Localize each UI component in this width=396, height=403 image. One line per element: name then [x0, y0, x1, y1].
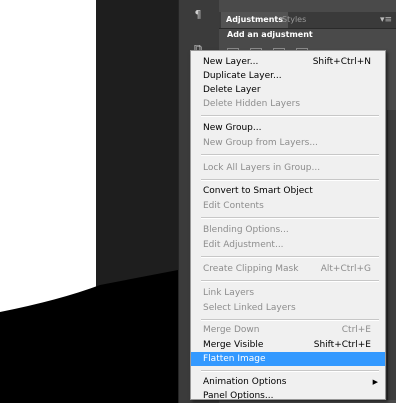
- menu-item-new-group[interactable]: New Group...: [191, 121, 385, 135]
- menu-item-edit-contents[interactable]: Edit Contents: [191, 199, 385, 213]
- menu-item-label: Create Clipping Mask: [203, 264, 299, 274]
- menu-item-label: New Layer...: [203, 57, 259, 67]
- menu-separator: [201, 115, 379, 117]
- tab-styles[interactable]: Styles: [277, 12, 311, 28]
- menu-item-label: Delete Hidden Layers: [203, 99, 301, 109]
- panel-heading: Add an adjustment: [227, 30, 313, 39]
- menu-item-flatten-image[interactable]: Flatten Image: [191, 352, 385, 366]
- layers-context-menu: New Layer... Shift+Ctrl+N Duplicate Laye…: [190, 50, 386, 400]
- menu-item-label: Convert to Smart Object: [203, 186, 313, 196]
- menu-separator: [201, 179, 379, 181]
- menu-item-label: New Group...: [203, 123, 262, 133]
- menu-item-new-group-from-layers[interactable]: New Group from Layers...: [191, 136, 385, 150]
- menu-separator: [201, 154, 379, 156]
- menu-separator: [201, 217, 379, 219]
- submenu-arrow-icon: ▶: [372, 378, 378, 386]
- menu-separator: [201, 370, 379, 372]
- menu-item-shortcut: Shift+Ctrl+N: [312, 57, 371, 67]
- menu-item-label: New Group from Layers...: [203, 138, 318, 148]
- menu-separator: [201, 319, 379, 321]
- menu-item-label: Duplicate Layer...: [203, 71, 282, 81]
- panel-scrollbar[interactable]: [387, 110, 396, 400]
- menu-item-shortcut: Ctrl+E: [341, 325, 371, 335]
- menu-item-label: Merge Down: [203, 325, 260, 335]
- menu-separator: [201, 256, 379, 258]
- menu-item-duplicate-layer[interactable]: Duplicate Layer...: [191, 69, 385, 83]
- menu-item-label: Delete Layer: [203, 85, 261, 95]
- menu-item-blending-options[interactable]: Blending Options...: [191, 223, 385, 237]
- menu-item-label: Edit Contents: [203, 201, 264, 211]
- menu-item-label: Flatten Image: [203, 354, 266, 364]
- menu-item-label: Link Layers: [203, 288, 255, 298]
- menu-item-label: Lock All Layers in Group...: [203, 163, 321, 173]
- menu-item-label: Animation Options: [203, 377, 287, 387]
- menu-item-shortcut: Shift+Ctrl+E: [313, 340, 371, 350]
- panel-menu-icon[interactable]: ▾≡: [380, 12, 392, 28]
- panel-tab-bar: Adjustments Styles: [219, 12, 396, 29]
- menu-item-merge-visible[interactable]: Merge Visible Shift+Ctrl+E: [191, 338, 385, 352]
- menu-item-select-linked-layers[interactable]: Select Linked Layers: [191, 301, 385, 315]
- menu-item-panel-options[interactable]: Panel Options...: [191, 389, 385, 400]
- menu-item-label: Blending Options...: [203, 225, 289, 235]
- menu-item-label: Merge Visible: [203, 340, 264, 350]
- canvas-black-shape: [0, 270, 178, 403]
- paragraph-icon[interactable]: ¶: [185, 6, 211, 24]
- menu-separator: [201, 280, 379, 282]
- menu-item-delete-layer[interactable]: Delete Layer: [191, 83, 385, 97]
- menu-item-animation-options[interactable]: Animation Options ▶: [191, 375, 385, 389]
- menu-item-create-clipping-mask[interactable]: Create Clipping Mask Alt+Ctrl+G: [191, 262, 385, 276]
- menu-item-label: Panel Options...: [203, 391, 274, 400]
- menu-item-delete-hidden-layers[interactable]: Delete Hidden Layers: [191, 97, 385, 111]
- photoshop-window: ¶ ⧉ Adjustments Styles ▾≡ Add an adjustm…: [0, 0, 396, 403]
- menu-item-edit-adjustment[interactable]: Edit Adjustment...: [191, 238, 385, 252]
- menu-item-new-layer[interactable]: New Layer... Shift+Ctrl+N: [191, 55, 385, 69]
- menu-item-shortcut: Alt+Ctrl+G: [320, 264, 371, 274]
- menu-item-label: Select Linked Layers: [203, 303, 296, 313]
- menu-item-link-layers[interactable]: Link Layers: [191, 286, 385, 300]
- document-canvas[interactable]: [0, 0, 178, 403]
- menu-item-label: Edit Adjustment...: [203, 240, 284, 250]
- menu-item-lock-all-layers[interactable]: Lock All Layers in Group...: [191, 161, 385, 175]
- menu-item-merge-down[interactable]: Merge Down Ctrl+E: [191, 323, 385, 337]
- menu-item-convert-smart-object[interactable]: Convert to Smart Object: [191, 184, 385, 198]
